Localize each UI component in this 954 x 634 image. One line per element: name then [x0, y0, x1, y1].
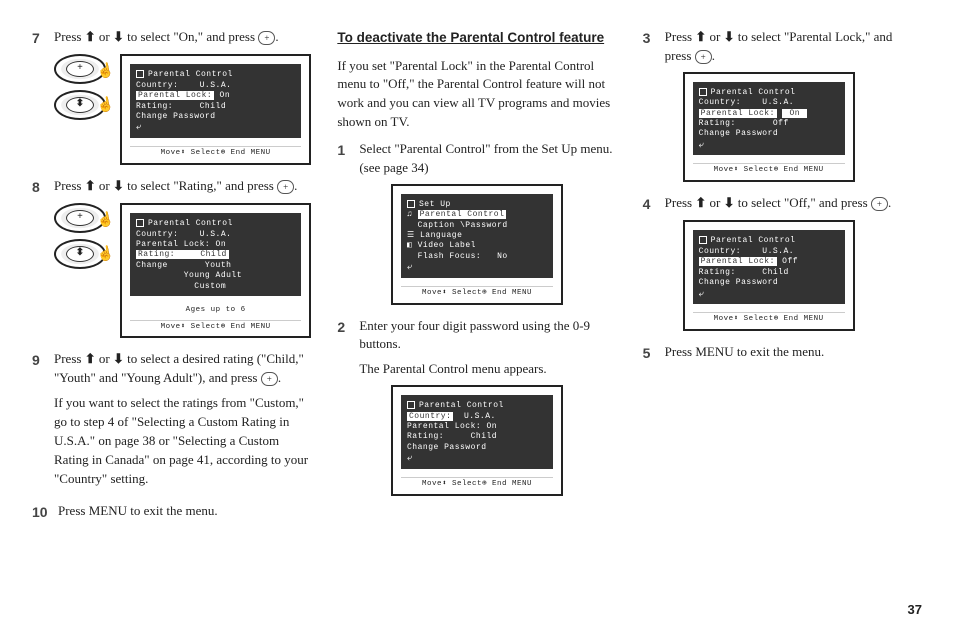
step-text: Press MENU to exit the menu.	[665, 343, 922, 363]
menu-screen-lock-off: Parental Control Country: U.S.A. Parenta…	[683, 220, 855, 331]
step-text: Enter your four digit password using the…	[359, 317, 616, 355]
menu-screen-parental-country: Parental Control Country: U.S.A. Parenta…	[391, 385, 563, 496]
step-number: 2	[337, 317, 359, 355]
dial-plus: +☝	[54, 54, 106, 84]
hand-icon: ☝	[95, 95, 116, 118]
dial-arrows: ⬍☝	[54, 90, 106, 120]
plus-button-icon: +	[261, 372, 278, 386]
dial-plus: +☝	[54, 203, 106, 233]
arrow-down-icon: ⬇	[724, 29, 735, 44]
step-10: 10 Press MENU to exit the menu.	[32, 502, 311, 522]
arrow-up-icon: ⬆	[85, 351, 96, 366]
step-number: 10	[32, 502, 58, 522]
dial-arrows: ⬍☝	[54, 239, 106, 269]
step-2: 2 Enter your four digit password using t…	[337, 317, 616, 355]
section-heading: To deactivate the Parental Control featu…	[337, 28, 616, 48]
plus-button-icon: +	[871, 197, 888, 211]
column-right: 3 Press ⬆ or ⬇ to select "Parental Lock,…	[643, 28, 922, 529]
page-number: 37	[908, 601, 922, 620]
column-left: 7 Press ⬆ or ⬇ to select "On," and press…	[32, 28, 311, 529]
step-number: 9	[32, 350, 54, 496]
arrow-up-icon: ⬆	[695, 195, 706, 210]
step-text: Select "Parental Control" from the Set U…	[359, 140, 616, 178]
intro-text: If you set "Parental Lock" in the Parent…	[337, 57, 616, 132]
menu-screen-lock-select: Parental Control Country: U.S.A. Parenta…	[683, 72, 855, 183]
arrow-down-icon: ⬇	[724, 195, 735, 210]
step-number: 3	[643, 28, 665, 66]
step-text: Press ⬆ or ⬇ to select "Parental Lock," …	[665, 28, 922, 66]
step-number: 1	[337, 140, 359, 178]
column-middle: To deactivate the Parental Control featu…	[337, 28, 616, 529]
step-text: Press MENU to exit the menu.	[58, 502, 311, 522]
remote-dials: +☝ ⬍☝	[54, 203, 114, 275]
step-number: 4	[643, 194, 665, 214]
figure-step7: +☝ ⬍☝ Parental Control Country: U.S.A. P…	[54, 54, 311, 165]
step-text: Press ⬆ or ⬇ to select "Rating," and pre…	[54, 177, 311, 197]
step-3: 3 Press ⬆ or ⬇ to select "Parental Lock,…	[643, 28, 922, 66]
arrow-up-icon: ⬆	[695, 29, 706, 44]
step-8: 8 Press ⬆ or ⬇ to select "Rating," and p…	[32, 177, 311, 197]
step-text: Press ⬆ or ⬇ to select a desired rating …	[54, 350, 311, 496]
arrow-up-icon: ⬆	[85, 29, 96, 44]
step-4: 4 Press ⬆ or ⬇ to select "Off," and pres…	[643, 194, 922, 214]
arrow-up-icon: ⬆	[85, 178, 96, 193]
arrow-down-icon: ⬇	[113, 178, 124, 193]
hand-icon: ☝	[95, 243, 116, 266]
step-5: 5 Press MENU to exit the menu.	[643, 343, 922, 363]
hand-icon: ☝	[95, 61, 116, 84]
step-text: Press ⬆ or ⬇ to select "Off," and press …	[665, 194, 922, 214]
step-text: Press ⬆ or ⬇ to select "On," and press +…	[54, 28, 311, 48]
menu-screen-parental-on: Parental Control Country: U.S.A. Parenta…	[120, 54, 311, 165]
arrow-down-icon: ⬇	[113, 29, 124, 44]
hand-icon: ☝	[95, 210, 116, 233]
step-number: 5	[643, 343, 665, 363]
menu-screen-setup: Set Up ♫ Parental Control Caption \Passw…	[391, 184, 563, 305]
step-subtext: The Parental Control menu appears.	[359, 360, 616, 379]
arrow-down-icon: ⬇	[113, 351, 124, 366]
step-9: 9 Press ⬆ or ⬇ to select a desired ratin…	[32, 350, 311, 496]
step-1: 1 Select "Parental Control" from the Set…	[337, 140, 616, 178]
step-number: 8	[32, 177, 54, 197]
plus-button-icon: +	[258, 31, 275, 45]
plus-button-icon: +	[277, 180, 294, 194]
step-7: 7 Press ⬆ or ⬇ to select "On," and press…	[32, 28, 311, 48]
plus-button-icon: +	[695, 50, 712, 64]
figure-step8: +☝ ⬍☝ Parental Control Country: U.S.A. P…	[54, 203, 311, 338]
menu-screen-rating: Parental Control Country: U.S.A. Parenta…	[120, 203, 311, 338]
remote-dials: +☝ ⬍☝	[54, 54, 114, 126]
step-number: 7	[32, 28, 54, 48]
